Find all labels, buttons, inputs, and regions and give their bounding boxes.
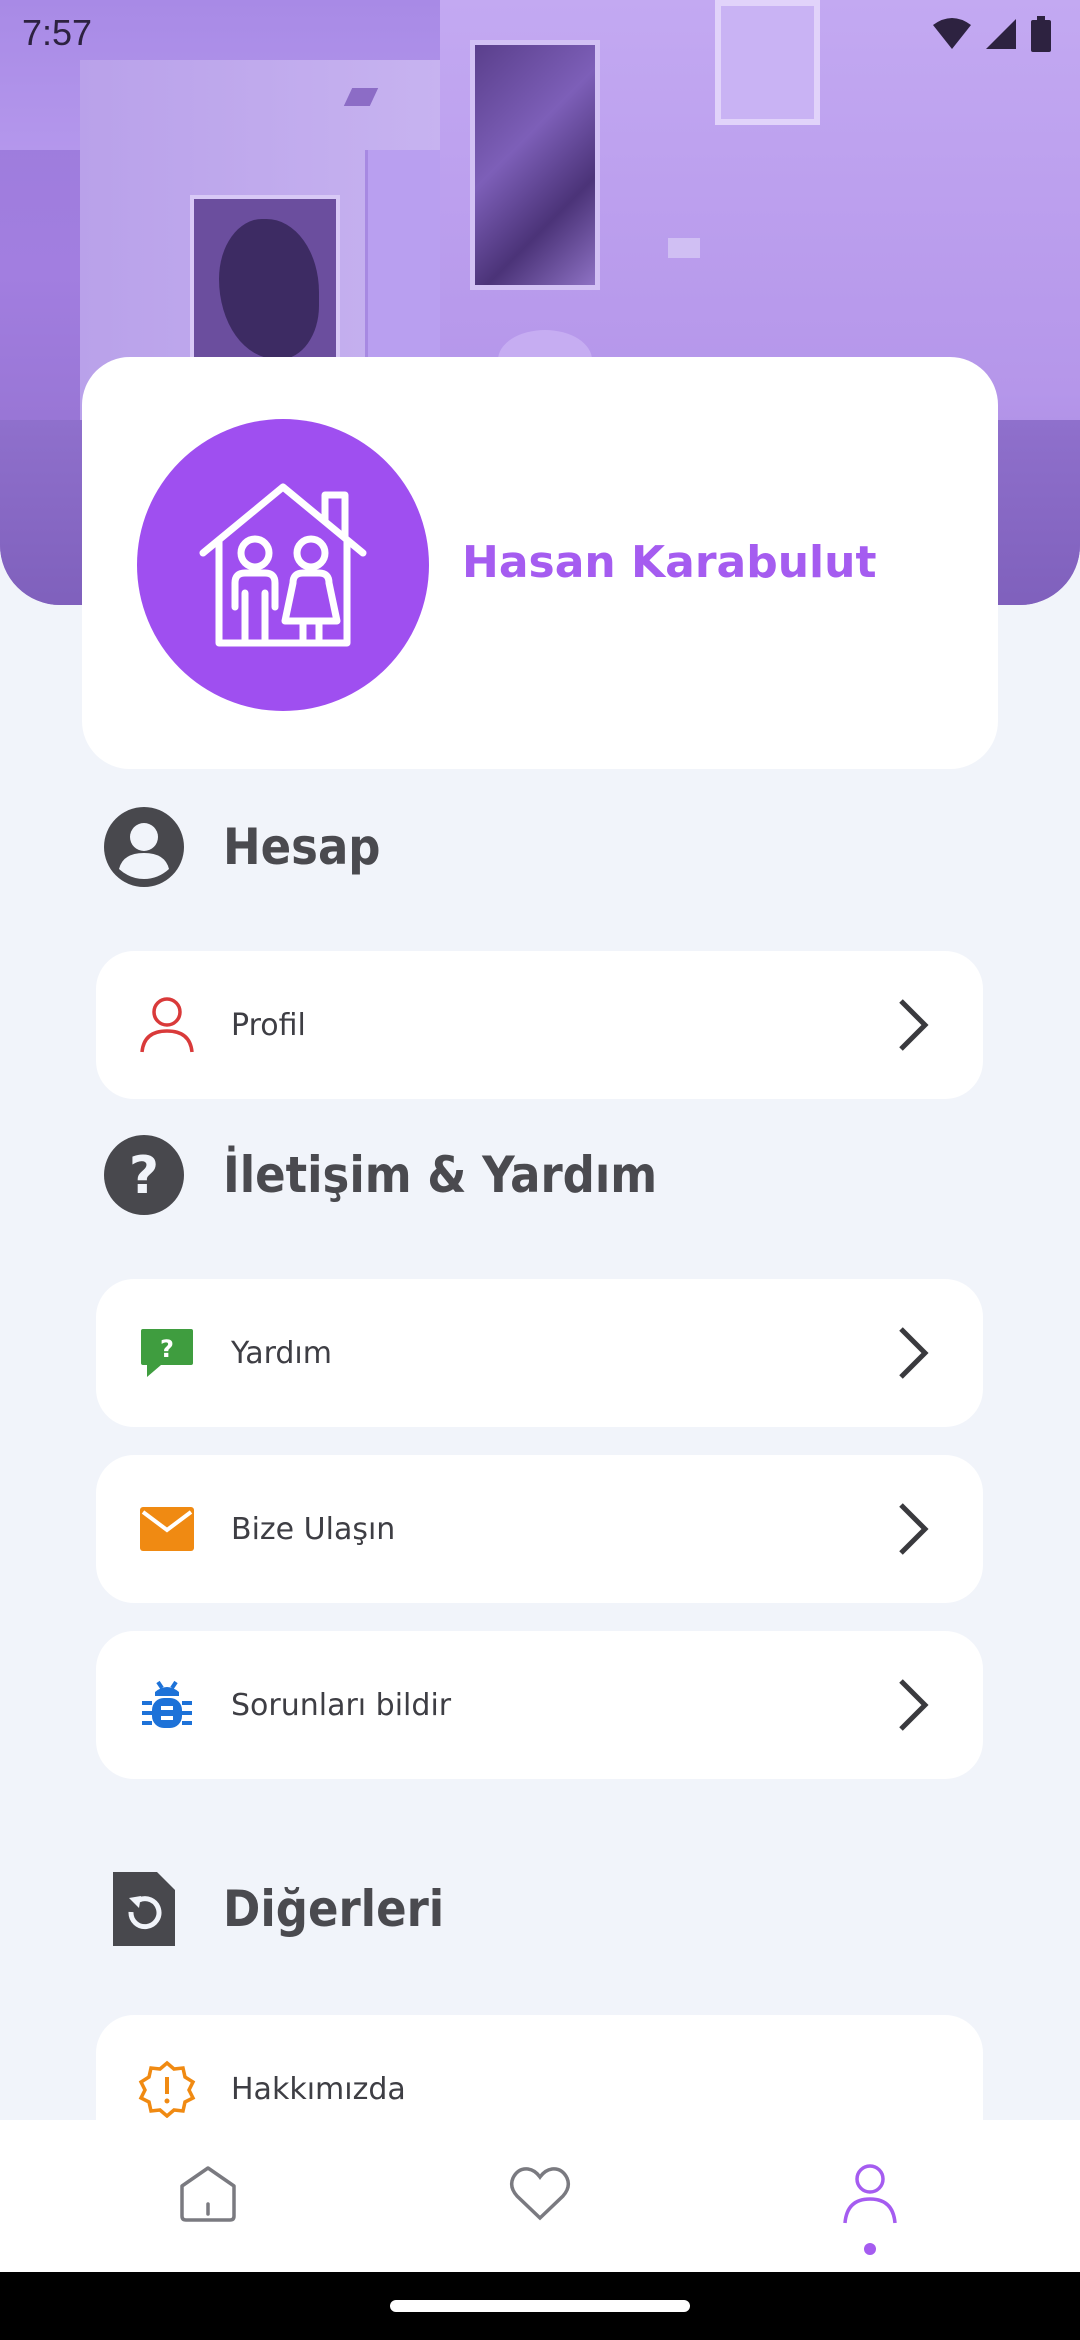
menu-item-label: Yardım [231,1335,332,1371]
chat-question-icon: ? [138,1324,196,1382]
menu-item-help[interactable]: ? Yardım [96,1279,983,1427]
chevron-right-icon [893,1501,933,1557]
alert-badge-icon [138,2060,196,2118]
svg-text:?: ? [129,1146,159,1206]
heart-icon [509,2166,571,2226]
home-gesture-handle[interactable] [390,2300,690,2312]
chevron-right-icon [893,997,933,1053]
restore-file-icon [103,1868,185,1950]
section-header-account: Hesap [103,806,381,888]
nav-favorites[interactable] [440,2120,640,2272]
home-icon [176,2164,240,2228]
cell-signal-icon [984,17,1018,55]
menu-item-label: Profil [231,1007,306,1043]
chevron-right-icon [893,1677,933,1733]
help-circle-icon: ? [103,1134,185,1216]
menu-item-contact-us[interactable]: Bize Ulaşın [96,1455,983,1603]
svg-text:?: ? [160,1335,174,1363]
person-outline-icon [138,996,196,1054]
status-time: 7:57 [22,12,93,53]
menu-item-label: Sorunları bildir [231,1687,452,1723]
profile-name: Hasan Karabulut [462,537,877,588]
menu-item-profile[interactable]: Profil [96,951,983,1099]
family-house-icon [137,419,429,711]
menu-item-label: Bize Ulaşın [231,1511,396,1547]
battery-icon [1030,16,1052,56]
active-tab-indicator [864,2243,876,2255]
section-header-contact-help: ? İletişim & Yardım [103,1134,657,1216]
section-title: Diğerleri [223,1880,445,1938]
bottom-navigation [0,2120,1080,2272]
wifi-icon [932,17,972,55]
section-title: Hesap [223,818,381,876]
section-title: İletişim & Yardım [223,1146,658,1204]
mail-icon [138,1500,196,1558]
bug-icon [138,1676,196,1734]
profile-card[interactable]: Hasan Karabulut [82,357,998,769]
menu-item-report-issues[interactable]: Sorunları bildir [96,1631,983,1779]
person-icon [842,2163,898,2229]
account-circle-icon [103,806,185,888]
menu-item-label: Hakkımızda [231,2071,406,2107]
nav-home[interactable] [108,2120,308,2272]
chevron-right-icon [893,1325,933,1381]
status-bar: 7:57 [0,0,1080,64]
section-header-others: Diğerleri [103,1868,444,1950]
